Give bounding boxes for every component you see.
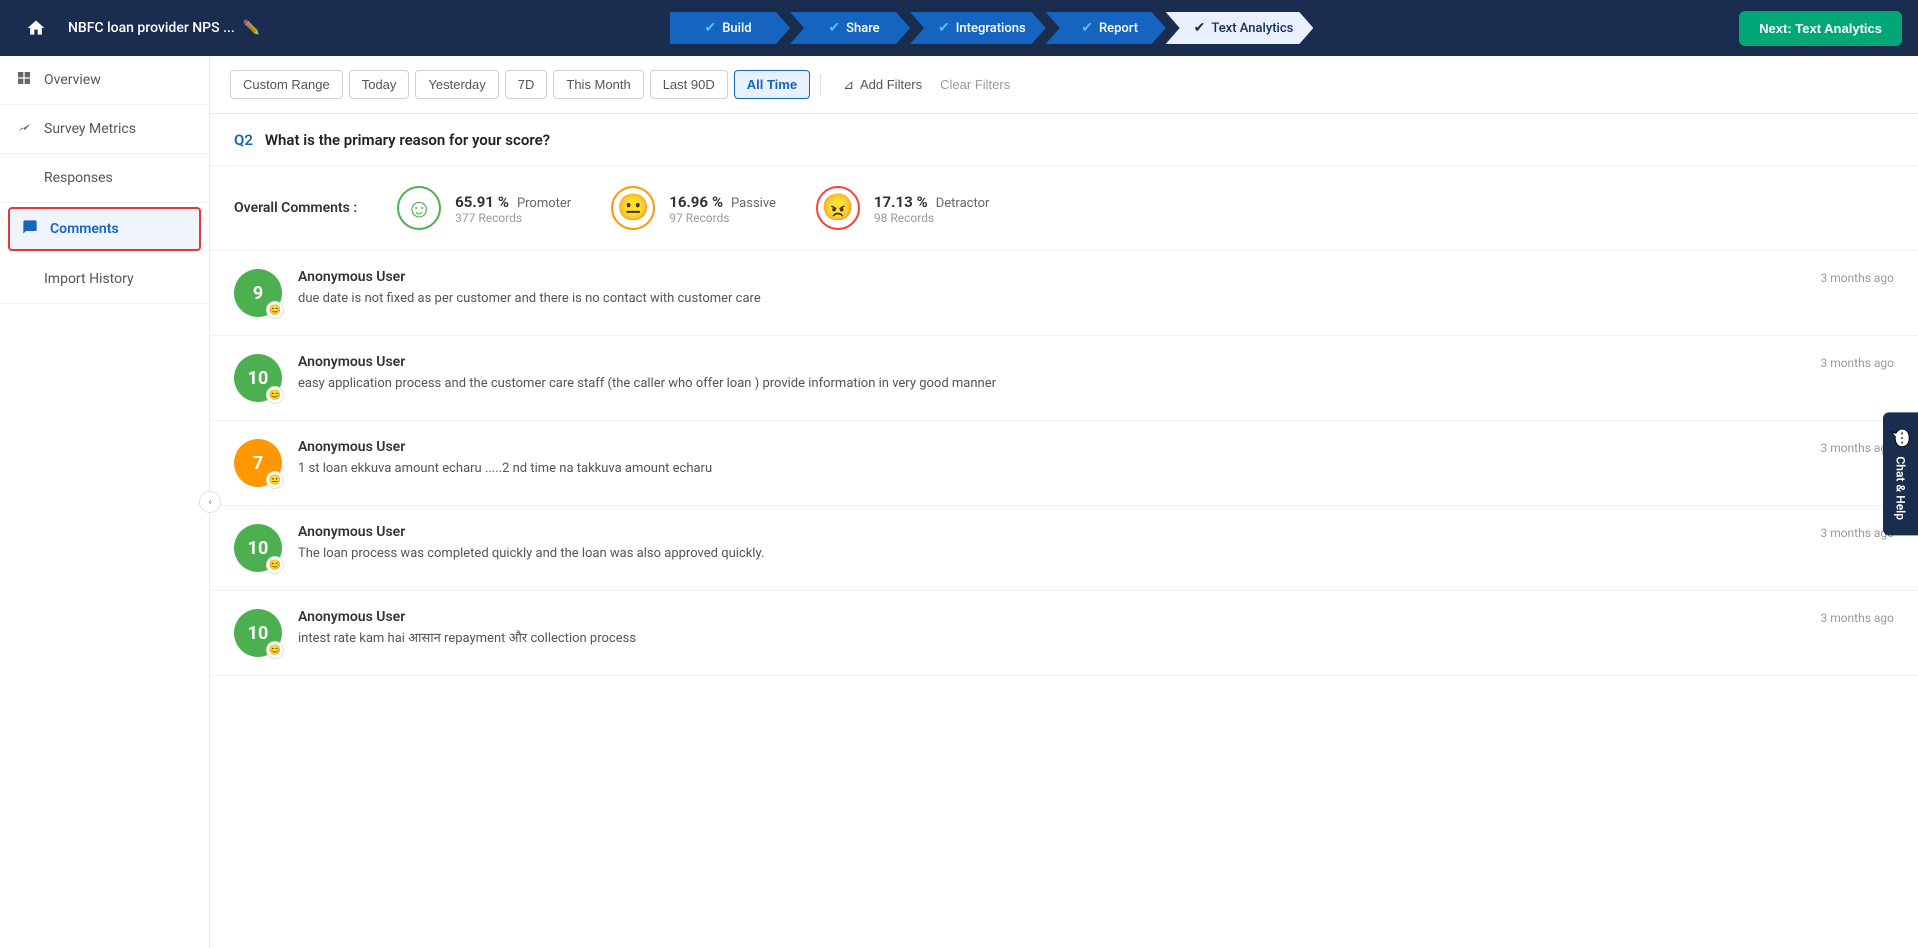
score-badge: 😐 xyxy=(266,471,284,489)
comment-time: 3 months ago xyxy=(1820,271,1894,285)
comments-list: 9 😊 Anonymous User due date is not fixed… xyxy=(210,251,1918,676)
filter-last-90d[interactable]: Last 90D xyxy=(650,70,728,99)
step-text-analytics[interactable]: ✔ Text Analytics xyxy=(1166,12,1314,44)
score-badge: 😊 xyxy=(266,641,284,659)
score-badge: 😊 xyxy=(266,556,284,574)
question-header: Q2 What is the primary reason for your s… xyxy=(210,114,1918,166)
import-history-icon xyxy=(16,269,32,289)
comment-text: 1 st loan ekkuva amount echaru .....2 nd… xyxy=(298,459,1894,479)
sidebar-item-overview[interactable]: Overview xyxy=(0,56,209,105)
sidebar-item-import-history[interactable]: Import History xyxy=(0,255,209,304)
comment-user: Anonymous User xyxy=(298,524,1894,540)
filter-7d[interactable]: 7D xyxy=(505,70,548,99)
step-share[interactable]: ✔ Share xyxy=(790,12,910,44)
comment-item: 9 😊 Anonymous User due date is not fixed… xyxy=(210,251,1918,336)
question-label: Q2 xyxy=(234,131,253,149)
passive-text: 16.96 % Passive 97 Records xyxy=(669,192,776,225)
passive-metric: 😐 16.96 % Passive 97 Records xyxy=(611,186,776,230)
step-report[interactable]: ✔ Report xyxy=(1046,12,1166,44)
score-avatar: 7 😐 xyxy=(234,439,282,487)
next-button[interactable]: Next: Text Analytics xyxy=(1739,11,1902,46)
filter-icon: ⊿ xyxy=(843,77,854,93)
comment-text: due date is not fixed as per customer an… xyxy=(298,289,1894,309)
responses-icon xyxy=(16,168,32,188)
sidebar: ‹ Overview Survey Metrics Responses Comm… xyxy=(0,56,210,948)
comment-content: Anonymous User due date is not fixed as … xyxy=(298,269,1894,309)
main-layout: ‹ Overview Survey Metrics Responses Comm… xyxy=(0,56,1918,948)
filter-divider xyxy=(820,74,821,96)
score-badge: 😊 xyxy=(266,386,284,404)
filter-today[interactable]: Today xyxy=(349,70,410,99)
chat-help-icon: 💬 xyxy=(1891,429,1911,448)
filter-all-time[interactable]: All Time xyxy=(734,70,810,99)
step-integrations[interactable]: ✔ Integrations xyxy=(910,12,1046,44)
score-avatar: 10 😊 xyxy=(234,609,282,657)
content-area: Custom Range Today Yesterday 7D This Mon… xyxy=(210,56,1918,948)
home-button[interactable] xyxy=(16,8,56,48)
filter-bar: Custom Range Today Yesterday 7D This Mon… xyxy=(210,56,1918,114)
check-icon: ✔ xyxy=(1194,20,1206,36)
sidebar-item-survey-metrics[interactable]: Survey Metrics xyxy=(0,105,209,154)
promoter-metric: ☺ 65.91 % Promoter 377 Records xyxy=(397,186,571,230)
score-avatar: 10 😊 xyxy=(234,354,282,402)
comment-item: 10 😊 Anonymous User The loan process was… xyxy=(210,506,1918,591)
detractor-text: 17.13 % Detractor 98 Records xyxy=(874,192,989,225)
comment-time: 3 months ago xyxy=(1820,356,1894,370)
promoter-emoji: ☺ xyxy=(397,186,441,230)
score-avatar: 9 😊 xyxy=(234,269,282,317)
sidebar-item-comments[interactable]: Comments xyxy=(8,207,201,251)
detractor-metric: 😠 17.13 % Detractor 98 Records xyxy=(816,186,989,230)
step-build[interactable]: ✔ Build xyxy=(670,12,790,44)
comment-text: The loan process was completed quickly a… xyxy=(298,544,1894,564)
detractor-emoji: 😠 xyxy=(816,186,860,230)
sidebar-item-responses[interactable]: Responses xyxy=(0,154,209,203)
comment-item: 10 😊 Anonymous User intest rate kam hai … xyxy=(210,591,1918,676)
pipeline-steps: ✔ Build ✔ Share ✔ Integrations ✔ Report … xyxy=(670,12,1313,44)
overall-comments-label: Overall Comments : xyxy=(234,200,357,216)
check-icon: ✔ xyxy=(828,20,840,36)
survey-metrics-icon xyxy=(16,119,32,139)
comment-item: 7 😐 Anonymous User 1 st loan ekkuva amou… xyxy=(210,421,1918,506)
chat-help-button[interactable]: 💬 Chat & Help xyxy=(1883,412,1918,535)
topbar: NBFC loan provider NPS ... ✏️ ✔ Build ✔ … xyxy=(0,0,1918,56)
survey-title: NBFC loan provider NPS ... ✏️ xyxy=(68,20,260,36)
comment-user: Anonymous User xyxy=(298,269,1894,285)
promoter-text: 65.91 % Promoter 377 Records xyxy=(455,192,571,225)
scroll-area[interactable]: Q2 What is the primary reason for your s… xyxy=(210,114,1918,948)
comment-text: intest rate kam hai आसान repayment और co… xyxy=(298,629,1894,649)
comments-icon xyxy=(22,219,38,239)
comment-content: Anonymous User 1 st loan ekkuva amount e… xyxy=(298,439,1894,479)
clear-filters-button[interactable]: Clear Filters xyxy=(940,77,1010,92)
comment-content: Anonymous User intest rate kam hai आसान … xyxy=(298,609,1894,649)
comment-content: Anonymous User easy application process … xyxy=(298,354,1894,394)
comment-text: easy application process and the custome… xyxy=(298,374,1894,394)
comment-content: Anonymous User The loan process was comp… xyxy=(298,524,1894,564)
passive-emoji: 😐 xyxy=(611,186,655,230)
comment-user: Anonymous User xyxy=(298,609,1894,625)
add-filters-button[interactable]: ⊿ Add Filters xyxy=(831,71,934,99)
overall-comments-section: Overall Comments : ☺ 65.91 % Promoter 37… xyxy=(210,166,1918,251)
check-icon: ✔ xyxy=(938,20,950,36)
comment-user: Anonymous User xyxy=(298,354,1894,370)
score-badge: 😊 xyxy=(266,301,284,319)
comment-item: 10 😊 Anonymous User easy application pro… xyxy=(210,336,1918,421)
filter-yesterday[interactable]: Yesterday xyxy=(415,70,498,99)
overview-icon xyxy=(16,70,32,90)
check-icon: ✔ xyxy=(1081,20,1093,36)
comment-time: 3 months ago xyxy=(1820,611,1894,625)
filter-custom-range[interactable]: Custom Range xyxy=(230,70,343,99)
filter-this-month[interactable]: This Month xyxy=(553,70,643,99)
check-icon: ✔ xyxy=(704,20,716,36)
edit-icon[interactable]: ✏️ xyxy=(243,20,260,36)
score-avatar: 10 😊 xyxy=(234,524,282,572)
comment-user: Anonymous User xyxy=(298,439,1894,455)
sidebar-collapse-button[interactable]: ‹ xyxy=(199,491,221,513)
question-text: What is the primary reason for your scor… xyxy=(265,131,550,149)
